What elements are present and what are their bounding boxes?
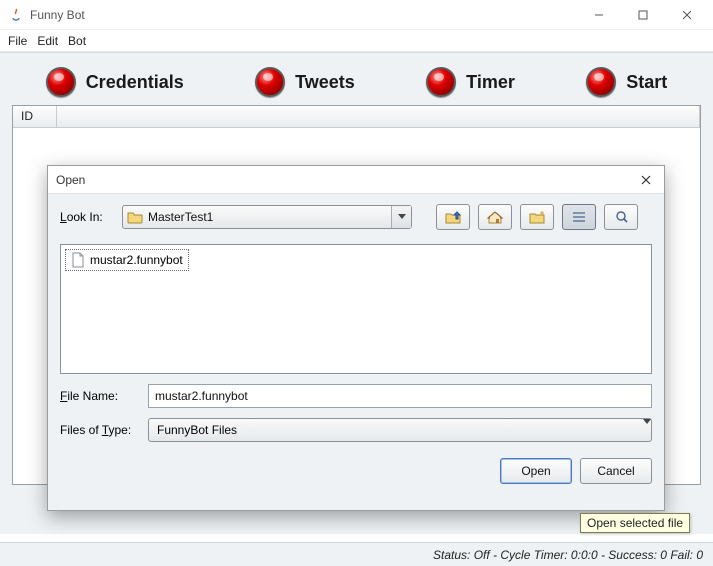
file-name: mustar2.funnybot: [90, 253, 183, 267]
table-header: ID: [13, 106, 700, 128]
menu-bot[interactable]: Bot: [68, 34, 86, 48]
menu-edit[interactable]: Edit: [37, 34, 58, 48]
close-button[interactable]: [665, 1, 709, 29]
up-one-level-button[interactable]: [436, 204, 470, 230]
tab-timer[interactable]: Timer: [426, 67, 515, 97]
look-in-label: Look In:: [60, 210, 114, 224]
status-lamp-icon: [426, 67, 456, 97]
dialog-body: Look In: MasterTest1: [48, 194, 664, 510]
open-button[interactable]: Open: [500, 458, 572, 484]
folder-open-icon: [127, 210, 143, 224]
java-app-icon: [8, 7, 24, 23]
status-text: Status: Off - Cycle Timer: 0:0:0 - Succe…: [433, 548, 703, 562]
look-in-combo[interactable]: MasterTest1: [122, 205, 412, 229]
tab-label: Tweets: [295, 72, 355, 93]
file-name-label: File Name:: [60, 389, 140, 403]
files-of-type-combo[interactable]: FunnyBot Files: [148, 418, 652, 442]
cancel-button[interactable]: Cancel: [580, 458, 652, 484]
dialog-title: Open: [56, 173, 634, 187]
file-icon: [71, 252, 85, 268]
content-area: Credentials Tweets Timer Start ID Open: [0, 52, 713, 534]
tab-row: Credentials Tweets Timer Start: [0, 53, 713, 105]
new-folder-button[interactable]: [520, 204, 554, 230]
status-lamp-icon: [46, 67, 76, 97]
list-view-button[interactable]: [562, 204, 596, 230]
maximize-button[interactable]: [621, 1, 665, 29]
tab-start[interactable]: Start: [586, 67, 667, 97]
window-title: Funny Bot: [30, 8, 577, 22]
status-lamp-icon: [255, 67, 285, 97]
tab-credentials[interactable]: Credentials: [46, 67, 184, 97]
file-list[interactable]: mustar2.funnybot: [60, 244, 652, 374]
status-lamp-icon: [586, 67, 616, 97]
tab-label: Credentials: [86, 72, 184, 93]
chevron-down-icon[interactable]: [643, 419, 651, 425]
home-button[interactable]: [478, 204, 512, 230]
files-of-type-label: Files of Type:: [60, 423, 140, 437]
look-in-value: MasterTest1: [148, 210, 391, 224]
menu-file[interactable]: File: [8, 34, 27, 48]
tab-label: Start: [626, 72, 667, 93]
details-view-button[interactable]: [604, 204, 638, 230]
window-titlebar: Funny Bot: [0, 0, 713, 30]
files-of-type-value: FunnyBot Files: [157, 423, 237, 437]
chevron-down-icon[interactable]: [391, 206, 411, 228]
tooltip: Open selected file: [580, 513, 690, 533]
dialog-titlebar[interactable]: Open: [48, 166, 664, 194]
tab-tweets[interactable]: Tweets: [255, 67, 355, 97]
minimize-button[interactable]: [577, 1, 621, 29]
file-item[interactable]: mustar2.funnybot: [65, 249, 189, 271]
column-blank[interactable]: [57, 106, 700, 127]
column-id[interactable]: ID: [13, 106, 57, 127]
menubar: File Edit Bot: [0, 30, 713, 52]
dialog-close-button[interactable]: [634, 168, 658, 192]
file-name-input[interactable]: [148, 384, 652, 408]
open-dialog: Open Look In: MasterTest1: [47, 165, 665, 511]
tab-label: Timer: [466, 72, 515, 93]
statusbar: Status: Off - Cycle Timer: 0:0:0 - Succe…: [0, 542, 713, 566]
